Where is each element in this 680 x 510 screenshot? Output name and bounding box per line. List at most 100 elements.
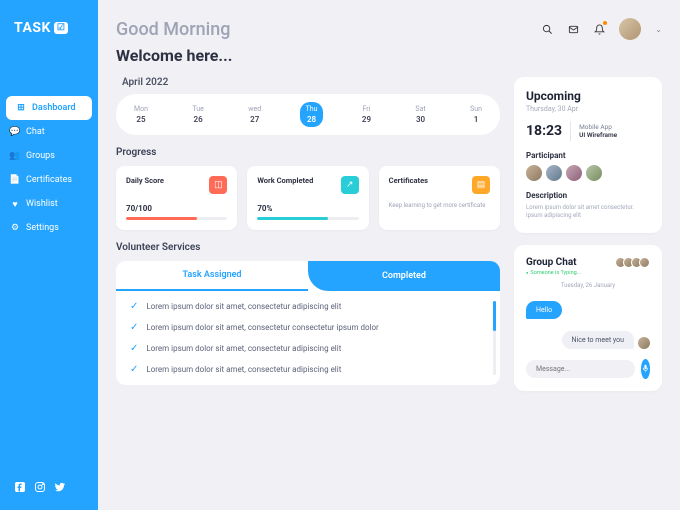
task-row[interactable]: ✓Lorem ipsum dolor sit amet, consectetur… [130,343,486,354]
divider [570,121,571,141]
sidebar-item-chat[interactable]: 💬 Chat [0,120,98,144]
card-title: Work Completed [257,176,313,185]
description-text: Lorem ipsum dolor sit amet consectetur. … [526,204,650,221]
calendar-day-active[interactable]: Thu28 [300,102,324,127]
sidebar-item-label: Settings [26,223,59,233]
sidebar-item-certificates[interactable]: 📄 Certificates [0,168,98,192]
certificates-card[interactable]: Certificates ▤ Keep learning to get more … [379,166,500,230]
bell-icon[interactable] [593,23,605,35]
heart-icon: ♥ [10,199,20,209]
main: Good Morning ⌄ Welcome here... April 202… [98,0,680,510]
task-text: Lorem ipsum dolor sit amet, consectetur … [146,365,341,374]
calendar-day[interactable]: wed27 [242,102,267,127]
volunteer-title: Volunteer Services [116,242,500,253]
typing-indicator: Someone is Typing... [526,270,650,276]
notification-dot [603,21,607,25]
check-icon: ✓ [130,322,138,333]
group-chat-card: Group Chat Someone is Typing... Tuesday,… [514,245,662,391]
avatar[interactable] [526,165,542,181]
chevron-down-icon[interactable]: ⌄ [655,25,662,34]
mic-button[interactable] [641,359,650,379]
chat-date: Tuesday, 26 January [526,282,650,289]
card-value: 70% [257,204,358,213]
sidebar-item-dashboard[interactable]: ⊞ Dashboard [6,96,92,120]
card-value: 70/100 [126,204,227,213]
task-list: ✓ Lorem ipsum dolor sit amet, consectetur… [116,291,500,385]
check-icon: ✓ [130,343,138,354]
sidebar-item-label: Dashboard [32,103,76,113]
volunteer-card: Task Assigned Completed ✓ Lorem ipsum dol… [116,261,500,385]
greeting: Good Morning [116,19,230,40]
check-icon: ✓ [130,364,138,375]
nav: ⊞ Dashboard 💬 Chat 👥 Groups 📄 Certificat… [0,96,98,240]
task-row[interactable]: ✓Lorem ipsum dolor sit amet, consectetur… [130,301,486,312]
search-icon[interactable] [541,23,553,35]
twitter-icon[interactable] [54,481,66,496]
upcoming-title: Upcoming [526,89,650,103]
certificate-icon: ▤ [472,176,490,194]
tab-task-assigned[interactable]: Task Assigned [116,261,308,291]
task-text: Lorem ipsum dolor sit amet, consectetur … [146,323,378,332]
participant-avatars [526,165,650,181]
calendar-day[interactable]: Tue26 [186,102,209,127]
work-completed-card[interactable]: Work Completed ↗ 70% [247,166,368,230]
calendar-day[interactable]: Fri29 [356,102,377,127]
avatar[interactable] [586,165,602,181]
upcoming-date: Thursday, 30 Apr [526,105,650,113]
calendar-strip: Mon25 Tue26 wed27 Thu28 Fri29 Sat30 Sun1 [116,94,500,135]
instagram-icon[interactable] [34,481,46,496]
logo-text: TASK [14,20,51,36]
message-sent: Hello [526,301,562,319]
card-subtitle: Keep learning to get more certificate [389,202,490,210]
social-links [0,481,98,496]
avatar[interactable] [546,165,562,181]
message-row: Nice to meet you [526,325,650,349]
message-received: Nice to meet you [562,331,634,349]
progress-bar [126,217,227,220]
daily-score-card[interactable]: Daily Score◫ 70/100 [116,166,237,230]
description-label: Description [526,191,650,200]
mail-icon[interactable] [567,23,579,35]
calendar-day[interactable]: Sun1 [464,102,488,127]
topbar-actions: ⌄ [541,18,662,40]
task-row[interactable]: ✓ Lorem ipsum dolor sit amet, consectetur… [130,322,486,333]
participant-label: Participant [526,151,650,160]
scrollbar[interactable] [493,301,496,375]
topbar: Good Morning ⌄ [116,18,662,40]
logo-badge-icon: ☑ [54,22,69,34]
check-icon: ✓ [130,301,138,312]
sidebar-item-wishlist[interactable]: ♥ Wishlist [0,192,98,216]
chat-composer [526,359,650,379]
volunteer-tabs: Task Assigned Completed [116,261,500,291]
chat-icon: 💬 [10,127,20,137]
calendar-month: April 2022 [122,77,500,88]
card-title: Daily Score [126,176,164,185]
card-title: Certificates [389,176,428,185]
user-avatar[interactable] [619,18,641,40]
settings-icon: ⚙ [10,223,20,233]
task-row[interactable]: ✓ Lorem ipsum dolor sit amet, consectetur… [130,364,486,375]
tab-completed[interactable]: Completed [308,261,500,291]
certificates-icon: 📄 [10,175,20,185]
groups-icon: 👥 [10,151,20,161]
group-chat-avatars[interactable] [618,257,650,268]
trend-up-icon: ↗ [341,176,359,194]
calendar-day[interactable]: Sat30 [409,102,431,127]
sidebar-item-label: Certificates [26,175,72,185]
message-input[interactable] [526,360,635,378]
upcoming-time: 18:23 [526,123,562,139]
progress-bar [257,217,358,220]
welcome-text: Welcome here... [116,46,662,65]
calendar-day[interactable]: Mon25 [128,102,154,127]
avatar [638,337,650,349]
sidebar-item-groups[interactable]: 👥 Groups [0,144,98,168]
avatar[interactable] [566,165,582,181]
dashboard-icon: ⊞ [16,103,26,113]
group-chat-title: Group Chat [526,257,577,268]
sidebar-item-settings[interactable]: ⚙ Settings [0,216,98,240]
facebook-icon[interactable] [14,481,26,496]
upcoming-card: Upcoming Thursday, 30 Apr 18:23 Mobile A… [514,77,662,233]
sidebar-item-label: Groups [26,151,55,161]
logo: TASK ☑ [0,20,98,36]
message-row: Hello [526,295,650,319]
